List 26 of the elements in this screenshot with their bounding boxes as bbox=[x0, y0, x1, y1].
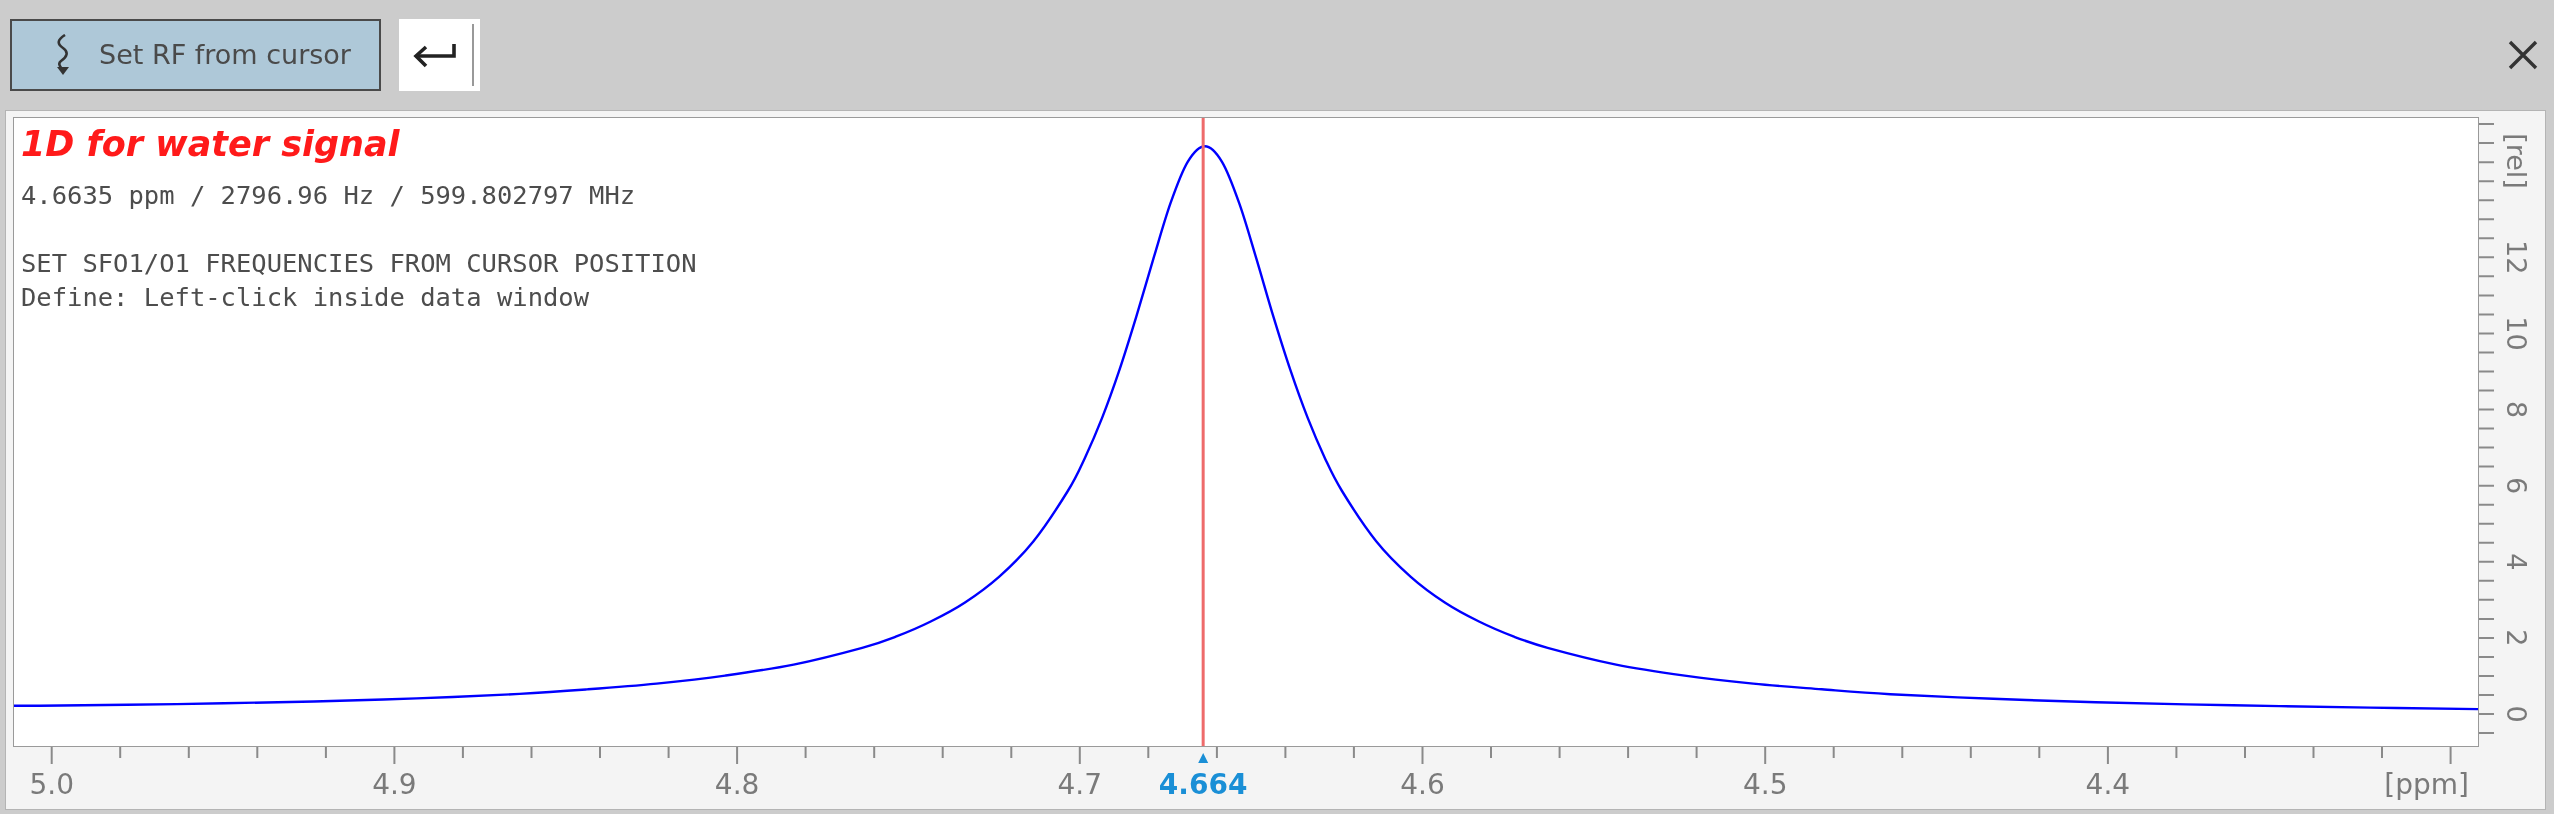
x-tick-label: 4.9 bbox=[372, 768, 417, 801]
x-tick-label: 4.5 bbox=[1742, 768, 1788, 801]
cursor-value-label: 4.664 bbox=[1158, 768, 1248, 801]
y-tick-label: 0 bbox=[2501, 705, 2533, 723]
y-tick-label: 2 bbox=[2501, 629, 2533, 647]
return-button[interactable] bbox=[399, 19, 480, 91]
close-icon bbox=[2508, 40, 2538, 70]
cursor-readout: 4.6635 ppm / 2796.96 Hz / 599.802797 MHz bbox=[21, 179, 636, 212]
instruction-text: Define: Left-click inside data window bbox=[21, 281, 590, 314]
x-tick-label: 4.7 bbox=[1057, 768, 1103, 801]
x-tick-label: 4.6 bbox=[1400, 768, 1445, 801]
y-tick-label: 10 bbox=[2501, 316, 2533, 351]
y-axis-label: [rel] bbox=[2501, 133, 2533, 189]
y-tick-label: 12 bbox=[2501, 240, 2533, 275]
cursor-marker-icon bbox=[1198, 753, 1209, 763]
y-tick-label: 8 bbox=[2501, 400, 2533, 419]
x-tick-label: 5.0 bbox=[29, 768, 74, 801]
instruction-text: SET SFO1/O1 FREQUENCIES FROM CURSOR POSITION bbox=[21, 247, 697, 280]
return-arrow-icon bbox=[413, 42, 456, 68]
x-axis-label: [ppm] bbox=[2384, 768, 2469, 801]
spectrum-title: 1D for water signal bbox=[21, 124, 400, 164]
x-tick-label: 4.8 bbox=[714, 768, 760, 801]
y-tick-label: 4 bbox=[2501, 553, 2533, 571]
set-rf-button[interactable]: Set RF from cursor bbox=[10, 19, 381, 91]
x-tick-label: 4.4 bbox=[2085, 768, 2131, 801]
y-tick-label: 6 bbox=[2501, 477, 2533, 495]
